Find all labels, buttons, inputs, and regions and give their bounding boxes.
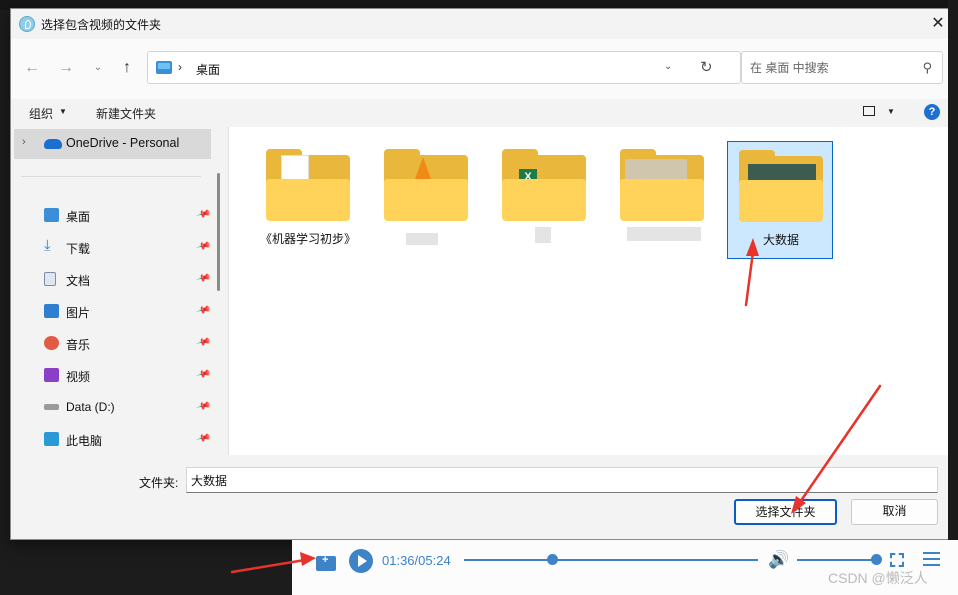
sidebar-item-label: 文档 bbox=[66, 274, 91, 288]
folder-name: 大数据 bbox=[762, 233, 799, 247]
view-options-dropdown-icon[interactable]: ▼ bbox=[887, 107, 895, 116]
progress-slider[interactable] bbox=[464, 554, 758, 565]
volume-icon[interactable]: 🔊 bbox=[768, 550, 789, 570]
breadcrumb-separator: › bbox=[178, 60, 182, 74]
pin-icon: 📌 bbox=[195, 302, 212, 319]
desktop-background bbox=[948, 0, 958, 595]
folder-item[interactable]: X bbox=[491, 141, 597, 259]
folder-item[interactable] bbox=[609, 141, 715, 259]
title-bar: 选择包含视频的文件夹 ✕ bbox=[11, 9, 955, 39]
scrollbar[interactable] bbox=[217, 173, 220, 291]
divider bbox=[21, 176, 201, 177]
sidebar-item-label: Data (D:) bbox=[66, 400, 115, 414]
volume-handle[interactable] bbox=[871, 554, 882, 565]
folder-item[interactable]: 《机器学习初步》 bbox=[255, 141, 361, 259]
pin-icon: 📌 bbox=[195, 398, 212, 415]
sidebar-item-label: 此电脑 bbox=[66, 434, 103, 448]
pin-icon: 📌 bbox=[195, 206, 212, 223]
play-button[interactable] bbox=[349, 549, 373, 573]
redacted-folder-name bbox=[406, 233, 438, 245]
pin-icon: 📌 bbox=[195, 238, 212, 255]
volume-slider[interactable] bbox=[797, 554, 882, 565]
navigation-pane: › OneDrive - Personal 桌面 📌 ⤓ 下载 📌 文档 📌 图… bbox=[11, 127, 229, 455]
arrow-right-icon: → bbox=[58, 59, 74, 76]
pin-icon: 📌 bbox=[195, 270, 212, 287]
breadcrumb-desktop[interactable]: 桌面 bbox=[196, 61, 220, 78]
sidebar-item-downloads[interactable]: ⤓ 下载 📌 bbox=[14, 233, 211, 261]
recent-locations-button[interactable]: ⌄ bbox=[85, 56, 111, 80]
file-list: 《机器学习初步》 X 大数据 bbox=[229, 127, 955, 455]
fullscreen-icon[interactable] bbox=[890, 553, 904, 567]
sidebar-item-label: OneDrive - Personal bbox=[66, 136, 180, 150]
cancel-button[interactable]: 取消 bbox=[851, 499, 938, 525]
view-mode-icon[interactable] bbox=[863, 106, 875, 116]
folder-item-selected[interactable]: 大数据 bbox=[727, 141, 833, 259]
sidebar-item-data-drive[interactable]: Data (D:) 📌 bbox=[14, 393, 211, 421]
arrow-up-icon: ↑ bbox=[123, 59, 131, 76]
dialog-title: 选择包含视频的文件夹 bbox=[41, 18, 162, 32]
computer-icon bbox=[44, 432, 59, 446]
search-input[interactable] bbox=[750, 60, 910, 76]
organize-button[interactable]: 组织 bbox=[29, 105, 53, 122]
up-button[interactable]: ↑ bbox=[114, 56, 140, 80]
sidebar-item-documents[interactable]: 文档 📌 bbox=[14, 265, 211, 293]
search-box[interactable]: ⚲ bbox=[741, 51, 943, 84]
back-button[interactable]: ← bbox=[19, 56, 45, 80]
folder-name-field[interactable] bbox=[186, 467, 938, 493]
command-bar: 组织 ▼ 新建文件夹 ▼ ? bbox=[11, 99, 955, 127]
document-icon bbox=[44, 272, 56, 286]
help-button[interactable]: ? bbox=[924, 104, 940, 120]
pin-icon: 📌 bbox=[195, 334, 212, 351]
cloud-icon bbox=[44, 139, 62, 149]
sidebar-item-label: 桌面 bbox=[66, 210, 91, 224]
sidebar-item-label: 下载 bbox=[66, 242, 91, 256]
download-icon: ⤓ bbox=[44, 237, 51, 254]
chevron-down-icon: ⌄ bbox=[93, 62, 103, 73]
playback-time: 01:36/05:24 bbox=[382, 553, 451, 568]
redacted-folder-name bbox=[535, 227, 551, 243]
sidebar-item-desktop[interactable]: 桌面 📌 bbox=[14, 201, 211, 229]
arrow-left-icon: ← bbox=[24, 59, 40, 76]
refresh-icon[interactable]: ↻ bbox=[700, 58, 713, 76]
pictures-icon bbox=[44, 304, 59, 318]
sidebar-item-videos[interactable]: 视频 📌 bbox=[14, 361, 211, 389]
app-logo-icon bbox=[19, 16, 35, 32]
folder-label: 文件夹: bbox=[139, 476, 179, 490]
progress-handle[interactable] bbox=[547, 554, 559, 565]
sidebar-item-onedrive[interactable]: › OneDrive - Personal bbox=[14, 129, 211, 159]
open-folder-button[interactable] bbox=[316, 554, 336, 571]
sidebar-item-label: 音乐 bbox=[66, 338, 91, 352]
folder-name: 《机器学习初步》 bbox=[259, 232, 356, 246]
vlc-cone-icon bbox=[415, 157, 431, 179]
forward-button[interactable]: → bbox=[53, 56, 79, 80]
watermark: CSDN @懒泛人 bbox=[828, 570, 928, 586]
desktop-icon bbox=[44, 208, 59, 222]
sidebar-item-music[interactable]: 音乐 📌 bbox=[14, 329, 211, 357]
music-icon bbox=[44, 336, 59, 350]
chevron-down-icon[interactable]: ▼ bbox=[59, 107, 67, 116]
new-folder-button[interactable]: 新建文件夹 bbox=[96, 105, 156, 122]
playlist-icon[interactable] bbox=[923, 552, 940, 568]
sidebar-item-this-pc[interactable]: 此电脑 📌 bbox=[14, 425, 211, 453]
select-folder-button[interactable]: 选择文件夹 bbox=[734, 499, 837, 525]
sidebar-item-label: 视频 bbox=[66, 370, 91, 384]
desktop-icon bbox=[156, 61, 172, 74]
sidebar-item-label: 图片 bbox=[66, 306, 91, 320]
pin-icon: 📌 bbox=[195, 366, 212, 383]
folder-picker-dialog: 选择包含视频的文件夹 ✕ ← → ⌄ ↑ › 桌面 ⌄ ↻ ⚲ 组织 ▼ bbox=[10, 8, 956, 540]
sidebar-item-pictures[interactable]: 图片 📌 bbox=[14, 297, 211, 325]
address-dropdown-icon[interactable]: ⌄ bbox=[664, 61, 672, 72]
search-icon[interactable]: ⚲ bbox=[922, 60, 932, 76]
drive-icon bbox=[44, 404, 59, 410]
chevron-right-icon[interactable]: › bbox=[22, 136, 26, 148]
redacted-folder-name bbox=[627, 227, 701, 241]
pin-icon: 📌 bbox=[195, 430, 212, 447]
navigation-bar: ← → ⌄ ↑ › 桌面 ⌄ ↻ ⚲ bbox=[11, 39, 955, 99]
video-icon bbox=[44, 368, 59, 382]
folder-item[interactable] bbox=[373, 141, 479, 259]
address-bar[interactable]: › 桌面 ⌄ ↻ bbox=[147, 51, 741, 84]
